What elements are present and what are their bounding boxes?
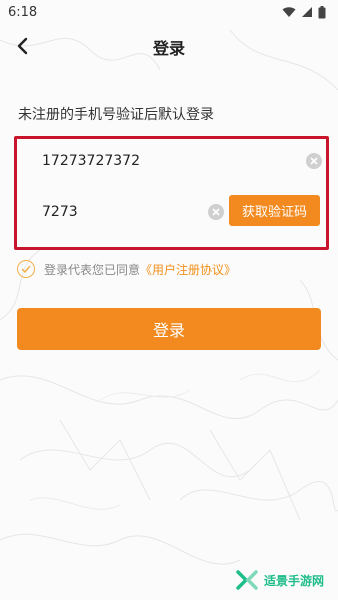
user-agreement-link[interactable]: 《用户注册协议》 <box>140 263 236 277</box>
nav-bar: 登录 <box>0 30 338 62</box>
get-code-button[interactable]: 获取验证码 <box>229 195 320 226</box>
wifi-icon <box>282 7 296 17</box>
verification-code-input[interactable] <box>42 197 202 227</box>
watermark: 适景手游网 <box>236 568 324 592</box>
login-button[interactable]: 登录 <box>17 308 321 350</box>
clear-icon[interactable] <box>208 204 224 220</box>
agreement-text: 登录代表您已同意 <box>44 262 141 277</box>
watermark-text: 适景手游网 <box>264 573 325 588</box>
page-title: 登录 <box>152 39 185 58</box>
cellular-icon <box>302 7 312 17</box>
logo-icon <box>236 570 258 590</box>
battery-icon <box>318 5 326 18</box>
phone-field <box>24 146 322 176</box>
login-hint: 未注册的手机号验证后默认登录 <box>18 107 214 123</box>
status-bar: 6:18 <box>0 0 338 24</box>
phone-input[interactable] <box>42 146 300 176</box>
check-circle-icon[interactable] <box>17 260 35 278</box>
clear-icon[interactable] <box>306 153 322 169</box>
status-icons <box>282 5 326 19</box>
status-time: 6:18 <box>8 4 38 20</box>
agreement-row: 登录代表您已同意《用户注册协议》 <box>17 259 236 279</box>
code-field <box>24 197 224 227</box>
